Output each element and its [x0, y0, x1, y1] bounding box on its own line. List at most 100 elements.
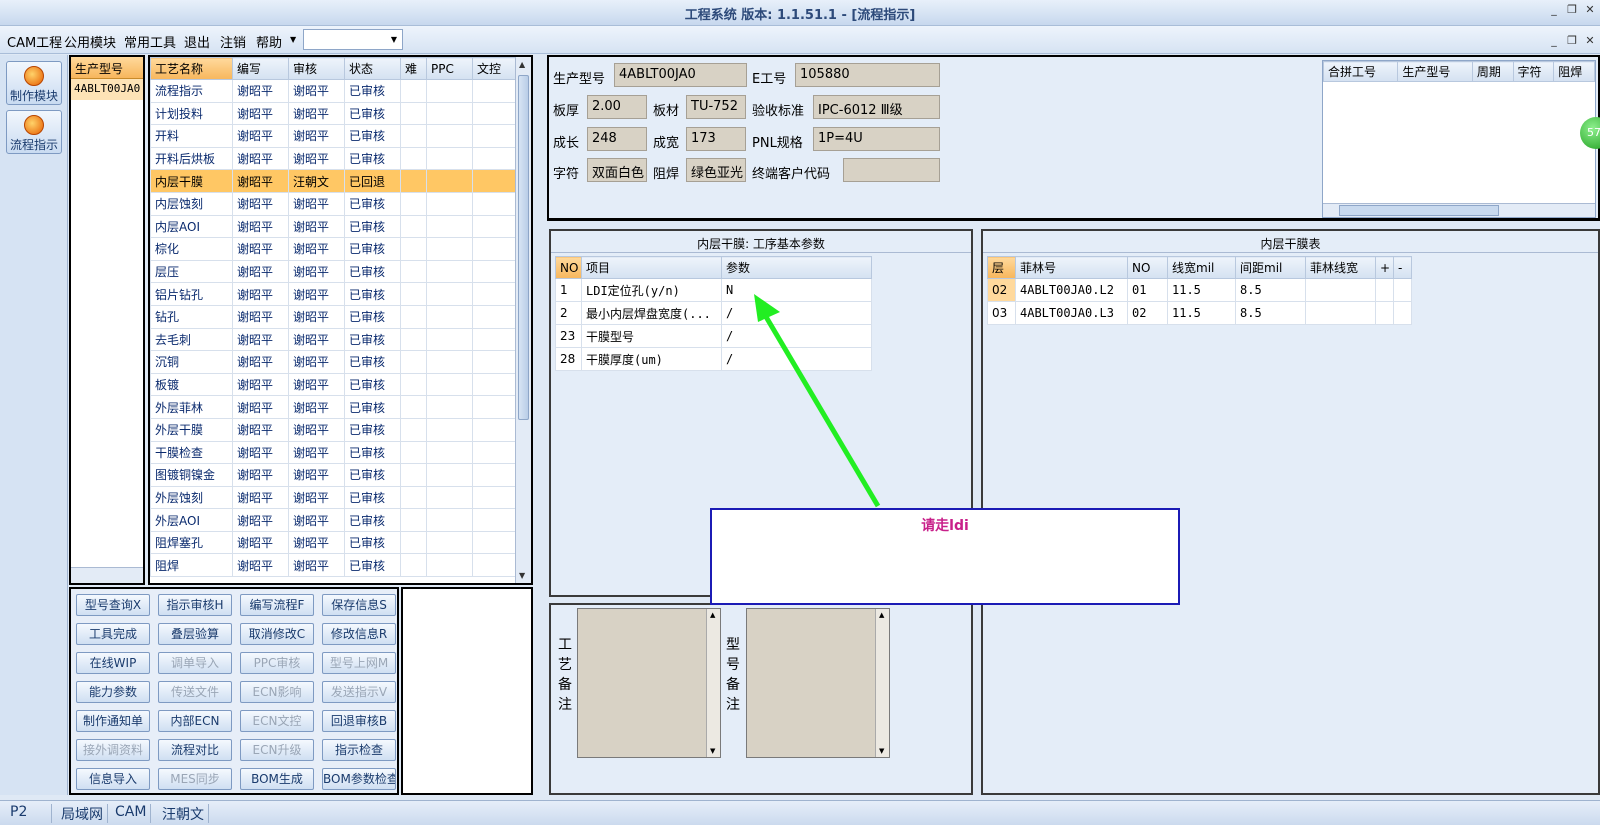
- chevron-down-icon[interactable]: ▼: [290, 35, 296, 44]
- function-button[interactable]: ECN文控: [240, 710, 314, 732]
- table-row[interactable]: 阻焊 谢昭平 谢昭平 已审核: [150, 553, 517, 578]
- function-button[interactable]: PPC审核: [240, 652, 314, 674]
- function-button[interactable]: 能力参数: [76, 681, 150, 703]
- table-row[interactable]: 计划投料 谢昭平 谢昭平 已审核: [150, 101, 517, 126]
- table-row[interactable]: 28 干膜厚度(um) /: [555, 347, 872, 371]
- close-icon[interactable]: ✕: [1582, 3, 1598, 16]
- column-header[interactable]: PPC: [426, 57, 473, 80]
- model-list-row[interactable]: 4ABLT00JA0: [71, 79, 143, 100]
- table-row[interactable]: 02 4ABLT00JA0.L2 01 11.5 8.5: [987, 278, 1412, 302]
- function-button[interactable]: 型号查询X: [76, 594, 150, 616]
- table-row[interactable]: 外层干膜 谢昭平 谢昭平 已审核: [150, 417, 517, 442]
- column-header[interactable]: +: [1375, 256, 1394, 279]
- function-button[interactable]: 信息导入: [76, 768, 150, 790]
- column-header[interactable]: 合拼工号: [1322, 61, 1399, 82]
- material-value[interactable]: TU-752: [686, 95, 746, 119]
- pnl-value[interactable]: 1P=4U: [813, 127, 940, 151]
- function-button[interactable]: 保存信息S: [322, 594, 396, 616]
- column-header[interactable]: 线宽mil: [1167, 256, 1236, 279]
- column-header[interactable]: 字符: [1512, 61, 1555, 82]
- table-row[interactable]: 外层AOI 谢昭平 谢昭平 已审核: [150, 508, 517, 532]
- scrollbar-thumb[interactable]: [1339, 205, 1499, 216]
- column-header[interactable]: 周期: [1471, 61, 1514, 82]
- table-row[interactable]: 内层AOI 谢昭平 谢昭平 已审核: [150, 214, 517, 239]
- mask-value[interactable]: 绿色亚光: [686, 158, 746, 182]
- column-header[interactable]: 审核: [288, 57, 345, 80]
- table-row[interactable]: 板镀 谢昭平 谢昭平 已审核: [150, 372, 517, 397]
- table-row[interactable]: 内层干膜 谢昭平 汪朝文 已回退: [150, 169, 517, 193]
- column-header[interactable]: 层: [987, 256, 1016, 279]
- child-restore-icon[interactable]: ❐: [1564, 34, 1580, 47]
- menu-help[interactable]: 帮助: [256, 32, 282, 51]
- model-memo-textarea[interactable]: ▲ ▼: [746, 608, 890, 758]
- function-button[interactable]: 调单导入: [158, 652, 232, 674]
- table-row[interactable]: 开料 谢昭平 谢昭平 已审核: [150, 124, 517, 148]
- char-value[interactable]: 双面白色: [587, 158, 647, 182]
- function-button[interactable]: 回退审核B: [322, 710, 396, 732]
- column-header[interactable]: 编写: [232, 57, 289, 80]
- function-button[interactable]: 取消修改C: [240, 623, 314, 645]
- function-button[interactable]: 流程对比: [158, 739, 232, 761]
- table-row[interactable]: 内层蚀刻 谢昭平 谢昭平 已审核: [150, 191, 517, 216]
- column-header[interactable]: 生产型号: [1397, 61, 1473, 82]
- function-button[interactable]: 叠层验算: [158, 623, 232, 645]
- menu-cam[interactable]: CAM工程: [7, 32, 62, 51]
- column-header[interactable]: 文控: [472, 57, 517, 80]
- standard-value[interactable]: IPC-6012 Ⅲ级: [813, 95, 940, 119]
- column-header[interactable]: 项目: [581, 256, 722, 279]
- menu-exit[interactable]: 退出: [184, 32, 210, 51]
- table-row[interactable]: 沉铜 谢昭平 谢昭平 已审核: [150, 350, 517, 374]
- column-header[interactable]: 状态: [344, 57, 401, 80]
- function-button[interactable]: 编写流程F: [240, 594, 314, 616]
- column-header[interactable]: 参数: [721, 256, 872, 279]
- thickness-value[interactable]: 2.00: [587, 95, 647, 119]
- table-row[interactable]: 03 4ABLT00JA0.L3 02 11.5 8.5: [987, 301, 1412, 325]
- function-button[interactable]: ECN升级: [240, 739, 314, 761]
- column-header[interactable]: NO: [555, 256, 582, 279]
- function-button[interactable]: 修改信息R: [322, 623, 396, 645]
- scroll-up-icon[interactable]: ▲: [519, 60, 525, 69]
- function-button[interactable]: 发送指示V: [322, 681, 396, 703]
- function-button[interactable]: 指示检查: [322, 739, 396, 761]
- combo-arrow-icon[interactable]: ▼: [391, 35, 397, 44]
- function-button[interactable]: 制作通知单: [76, 710, 150, 732]
- column-header[interactable]: 工艺名称: [150, 57, 233, 80]
- function-button[interactable]: 内部ECN: [158, 710, 232, 732]
- length-value[interactable]: 248: [587, 127, 647, 151]
- table-row[interactable]: 开料后烘板 谢昭平 谢昭平 已审核: [150, 146, 517, 171]
- table-row[interactable]: 外层菲林 谢昭平 谢昭平 已审核: [150, 395, 517, 419]
- combine-grid-scrollbar[interactable]: [1323, 203, 1595, 217]
- function-button[interactable]: 传送文件: [158, 681, 232, 703]
- memo-scrollbar[interactable]: ▲ ▼: [706, 609, 720, 757]
- table-row[interactable]: 23 干膜型号 /: [555, 324, 872, 348]
- scroll-down-icon[interactable]: ▼: [519, 571, 525, 580]
- table-row[interactable]: 钻孔 谢昭平 谢昭平 已审核: [150, 304, 517, 329]
- restore-icon[interactable]: ❐: [1564, 3, 1580, 16]
- e-number-value[interactable]: 105880: [795, 63, 940, 87]
- table-row[interactable]: 流程指示 谢昭平 谢昭平 已审核: [150, 79, 517, 103]
- function-button[interactable]: BOM参数检查: [322, 768, 396, 790]
- model-list-scrollbar[interactable]: [71, 567, 143, 583]
- column-header[interactable]: 阻焊: [1553, 61, 1595, 82]
- model-list-header[interactable]: 生产型号: [71, 57, 143, 79]
- memo-scrollbar[interactable]: ▲ ▼: [875, 609, 889, 757]
- column-header[interactable]: 菲林号: [1015, 256, 1128, 279]
- customer-code-value[interactable]: [843, 158, 940, 182]
- menu-common-tools[interactable]: 常用工具: [124, 32, 176, 51]
- function-button[interactable]: 接外调资料: [76, 739, 150, 761]
- table-row[interactable]: 去毛刺 谢昭平 谢昭平 已审核: [150, 327, 517, 352]
- table-row[interactable]: 1 LDI定位孔(y/n) N: [555, 278, 872, 302]
- function-button[interactable]: MES同步: [158, 768, 232, 790]
- function-button[interactable]: 型号上网M: [322, 652, 396, 674]
- function-button[interactable]: 指示审核H: [158, 594, 232, 616]
- column-header[interactable]: -: [1393, 256, 1412, 279]
- toolbar-combo[interactable]: ▼: [303, 29, 403, 50]
- column-header[interactable]: 菲林线宽: [1305, 256, 1376, 279]
- menu-common-module[interactable]: 公用模块: [64, 32, 116, 51]
- table-row[interactable]: 铝片钻孔 谢昭平 谢昭平 已审核: [150, 282, 517, 306]
- scrollbar-thumb[interactable]: [518, 75, 529, 420]
- make-module-button[interactable]: 制作模块: [6, 61, 62, 105]
- table-row[interactable]: 干膜检查 谢昭平 谢昭平 已审核: [150, 440, 517, 465]
- column-header[interactable]: 难: [400, 57, 427, 80]
- column-header[interactable]: NO: [1127, 256, 1168, 279]
